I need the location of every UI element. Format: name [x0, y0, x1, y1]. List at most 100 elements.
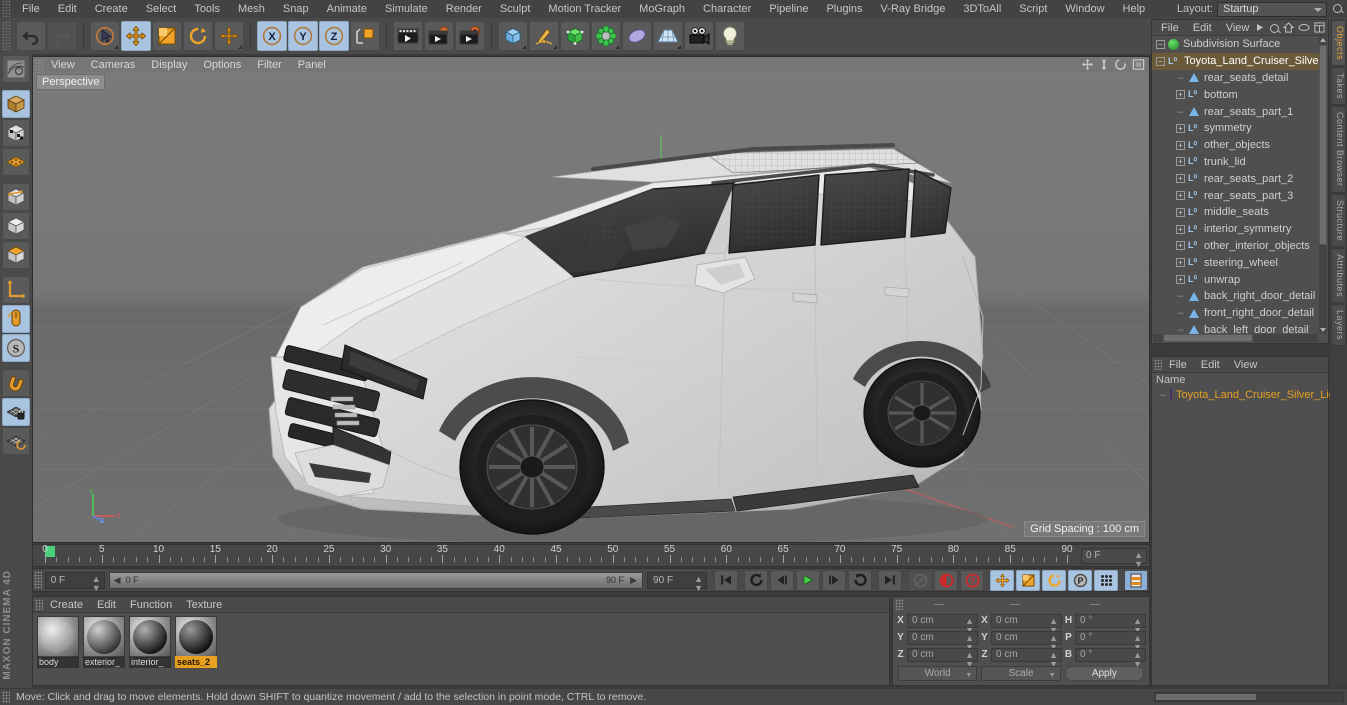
layer-row[interactable]: – Toyota_Land_Cruiser_Silver_Light_ [1152, 387, 1347, 402]
array-generator-button[interactable] [560, 21, 590, 51]
slider-right-arrow[interactable]: ▶ [630, 573, 637, 588]
coord-input-rotation-b[interactable]: 0 ° ▲ ▼ [1075, 647, 1146, 668]
menu-item-render[interactable]: Render [437, 0, 491, 18]
status-bar-scrollbar[interactable] [1154, 692, 1344, 702]
search-icon[interactable] [1331, 2, 1345, 16]
menu-item-window[interactable]: Window [1056, 0, 1113, 18]
object-tree-row[interactable]: − Subdivision Surface [1152, 36, 1319, 53]
material-manager-menu-function[interactable]: Function [123, 599, 179, 611]
record-active-objects-button[interactable] [908, 569, 932, 591]
current-frame-field[interactable]: 0 F ▲ ▼ [44, 571, 105, 592]
menu-item-animate[interactable]: Animate [318, 0, 376, 18]
viewport-menu-cameras[interactable]: Cameras [83, 59, 144, 71]
material-manager-menu-texture[interactable]: Texture [179, 599, 229, 611]
light-button[interactable] [715, 21, 745, 51]
vertical-tab-objects[interactable]: Objects [1331, 20, 1346, 67]
menu-item-tools[interactable]: Tools [185, 0, 229, 18]
viewport-solo-icon[interactable] [2, 305, 30, 333]
menu-item-sculpt[interactable]: Sculpt [491, 0, 540, 18]
coord-input-size-y[interactable]: 0 cm ▲ ▼ [991, 630, 1062, 651]
timeline-ruler[interactable]: 0 5 10 15 20 25 30 35 40 45 50 55 60 65 70 75 80 85 90 0 F… [32, 544, 1150, 569]
object-tree-row[interactable]: + L⁰ rear_seats_part_2 [1152, 170, 1319, 187]
object-tree-row[interactable]: + L⁰ trunk_lid [1152, 154, 1319, 171]
rotate-view-icon[interactable] [1114, 58, 1127, 71]
axis-z-button[interactable]: Z [319, 21, 349, 51]
object-manager-hscrollbar[interactable] [1153, 334, 1318, 342]
vscroll-thumb[interactable] [1319, 45, 1327, 245]
world-object-axis-icon[interactable] [2, 276, 30, 304]
render-settings-button[interactable] [455, 21, 485, 51]
object-tree-row[interactable]: + L⁰ interior_symmetry [1152, 221, 1319, 238]
subdivision-surface-button[interactable] [591, 21, 621, 51]
object-tree-row[interactable]: – rear_seats_part_1 [1152, 103, 1319, 120]
object-manager-menu-edit[interactable]: Edit [1186, 22, 1219, 34]
status-scroll-thumb[interactable] [1156, 694, 1256, 700]
scroll-down-arrow[interactable] [1320, 328, 1326, 332]
object-tree-row[interactable]: – rear_seats_detail [1152, 70, 1319, 87]
maximize-view-icon[interactable] [1132, 58, 1145, 71]
rotation-key-button[interactable] [1042, 569, 1066, 591]
tree-expander-plus[interactable]: + [1176, 191, 1185, 201]
end-frame-field[interactable]: 90 F ▲ ▼ [647, 571, 707, 592]
world-space-dropdown[interactable]: World ▼ [898, 666, 978, 681]
go-to-start-button[interactable] [714, 569, 738, 591]
previous-frame-button[interactable] [770, 569, 794, 591]
tree-expander-plus[interactable]: + [1176, 241, 1185, 251]
coord-input-size-x[interactable]: 0 cm ▲ ▼ [991, 613, 1062, 634]
object-tree-row[interactable]: – front_right_door_detail [1152, 305, 1319, 322]
timeline-frame-field[interactable]: 0 F ▲ ▼ [1081, 548, 1147, 569]
render-to-picture-viewer-button[interactable] [424, 21, 454, 51]
object-tree-row[interactable]: + L⁰ middle_seats [1152, 204, 1319, 221]
toolbar-grip[interactable] [2, 21, 11, 51]
next-frame-button[interactable] [822, 569, 846, 591]
material-manager-menu-edit[interactable]: Edit [90, 599, 123, 611]
vertical-tab-structure[interactable]: Structure [1331, 193, 1346, 247]
menu-item-snap[interactable]: Snap [274, 0, 318, 18]
status-bar-grip[interactable] [2, 691, 10, 703]
timeline-scrollbar[interactable]: ◀ 0 F 90 F ▶ [108, 571, 644, 589]
redo-button[interactable] [47, 21, 77, 51]
keyframe-selection-button[interactable]: ? [960, 569, 984, 591]
axis-x-button[interactable]: X [257, 21, 287, 51]
object-manager-vscrollbar[interactable] [1319, 37, 1327, 333]
tree-expander-plus[interactable]: + [1176, 275, 1185, 285]
point-level-animation-button[interactable] [1094, 569, 1118, 591]
undo-button[interactable] [16, 21, 46, 51]
layer-manager-grip[interactable] [1154, 359, 1162, 370]
expand-icon[interactable] [1314, 22, 1325, 33]
selection-tools-icon[interactable] [2, 55, 30, 83]
spinner-icon[interactable]: ▲ ▼ [1133, 650, 1142, 669]
object-manager-menu-file[interactable]: File [1154, 22, 1186, 34]
ellipse-icon[interactable] [1298, 23, 1310, 32]
object-tree-row[interactable]: + L⁰ bottom [1152, 86, 1319, 103]
material-item[interactable]: exterior_ [83, 616, 125, 668]
tree-expander-plus[interactable]: + [1176, 140, 1185, 150]
layer-manager-menu-edit[interactable]: Edit [1194, 359, 1227, 371]
tree-expander-plus[interactable]: + [1176, 174, 1185, 184]
material-manager-grip[interactable] [35, 599, 43, 610]
viewport-grip[interactable] [35, 58, 43, 71]
object-tree[interactable]: − Subdivision Surface − L⁰ Toyota_Land_Cruis… [1152, 36, 1319, 334]
model-mode-icon[interactable] [2, 90, 30, 118]
coord-input-position-y[interactable]: 0 cm ▲ ▼ [907, 630, 978, 651]
slider-left-arrow[interactable]: ◀ [114, 573, 121, 588]
world-coordinate-button[interactable] [350, 21, 380, 51]
material-item[interactable]: interior_ [129, 616, 171, 668]
material-item[interactable]: body [37, 616, 79, 668]
menu-item-file[interactable]: File [13, 0, 49, 18]
position-key-button[interactable] [990, 569, 1014, 591]
spinner-icon[interactable]: ▲ ▼ [1134, 551, 1143, 569]
viewport-menu-options[interactable]: Options [195, 59, 249, 71]
tree-expander-plus[interactable]: + [1176, 258, 1185, 268]
perspective-viewport[interactable]: View Cameras Display Options Filter Panel Per… [32, 56, 1150, 543]
scroll-up-arrow[interactable] [1320, 38, 1326, 42]
menu-item-edit[interactable]: Edit [49, 0, 86, 18]
enable-snap-icon[interactable]: S [2, 334, 30, 362]
go-to-end-button[interactable] [878, 569, 902, 591]
vertical-tab-attributes[interactable]: Attributes [1331, 247, 1346, 303]
keyframe-mode-button[interactable] [1124, 569, 1148, 591]
play-forward-button[interactable] [796, 569, 820, 591]
home-icon[interactable] [1283, 22, 1295, 33]
viewport-menu-display[interactable]: Display [143, 59, 195, 71]
viewport-menu-filter[interactable]: Filter [249, 59, 289, 71]
